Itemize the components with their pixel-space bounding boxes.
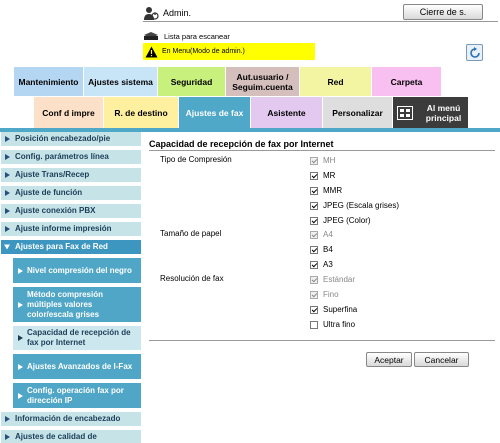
- tab-asistente[interactable]: Asistente: [251, 97, 323, 128]
- sidebar-subitem-nivel-compresion[interactable]: Nivel compresión del negro: [13, 258, 141, 285]
- sidebar-subitem-config-operacion[interactable]: Config. operación fax por dirección IP: [13, 383, 141, 410]
- admin-mode-label: En Menu(Modo de admin.): [162, 48, 245, 55]
- checkbox[interactable]: [310, 201, 318, 210]
- checkbox[interactable]: [310, 216, 318, 225]
- tab-menu-principal-label: Al menú principal: [425, 102, 462, 123]
- refresh-button[interactable]: [466, 44, 483, 61]
- checkbox[interactable]: [310, 305, 318, 314]
- sidebar-item-ajuste-informe[interactable]: Ajuste informe impresión: [1, 222, 141, 238]
- scan-queue-label: Lista para escanear: [164, 31, 230, 41]
- cancel-button[interactable]: Cancelar: [414, 352, 469, 367]
- option-mmr[interactable]: MMR: [310, 185, 342, 196]
- option-mr[interactable]: MR: [310, 170, 335, 181]
- home-menu-icon: [397, 105, 413, 120]
- option-estandar: Estándar: [310, 274, 355, 285]
- option-jpeg-gray[interactable]: JPEG (Escala grises): [310, 200, 399, 211]
- paper-size-label: Tamaño de papel: [160, 229, 222, 238]
- sidebar-subitem-capacidad-recepcion[interactable]: Capacidad de recepción de fax por Intern…: [13, 326, 141, 352]
- chevron-right-icon: [18, 363, 23, 370]
- sidebar-item-fax-de-red[interactable]: Ajustes para Fax de Red: [1, 240, 141, 256]
- tab-red[interactable]: Red: [300, 67, 372, 96]
- checkbox[interactable]: [310, 171, 318, 180]
- chevron-right-icon: [5, 154, 10, 160]
- compression-type-label: Tipo de Compresión: [160, 155, 232, 164]
- chevron-right-icon: [5, 172, 10, 178]
- tab-personalizar[interactable]: Personalizar: [323, 97, 393, 128]
- chevron-right-icon: [18, 301, 23, 308]
- chevron-right-icon: [5, 190, 10, 196]
- scan-queue-status: Lista para escanear: [143, 28, 230, 44]
- tab-menu-principal[interactable]: Al menú principal: [393, 97, 469, 128]
- checkbox[interactable]: [310, 320, 318, 329]
- tab-conf-impre[interactable]: Conf d impre: [34, 97, 104, 128]
- accept-button[interactable]: Aceptar: [366, 352, 412, 367]
- option-superfina[interactable]: Superfina: [310, 304, 357, 315]
- sidebar-item-ajuste-funcion[interactable]: Ajuste de función: [1, 186, 141, 202]
- tab-mantenimiento[interactable]: Mantenimiento: [14, 67, 84, 96]
- admin-mode-banner: En Menu(Modo de admin.): [143, 43, 315, 60]
- checkbox: [310, 156, 318, 165]
- sidebar: Posición encabezado/pie Config. parámetr…: [1, 132, 141, 443]
- content-divider: [149, 340, 495, 341]
- warning-icon: [145, 46, 158, 57]
- sidebar-item-ajuste-pbx[interactable]: Ajuste conexión PBX: [1, 204, 141, 220]
- tab-ajustes-fax[interactable]: Ajustes de fax: [179, 97, 251, 128]
- checkbox[interactable]: [310, 245, 318, 254]
- sidebar-subitem-metodo-compresion[interactable]: Método compresión múltiples valores colo…: [13, 287, 141, 324]
- tab-aut-usuario[interactable]: Aut.usuario / Seguim.cuenta: [226, 67, 300, 96]
- sidebar-item-posicion-encabezado[interactable]: Posición encabezado/pie: [1, 132, 141, 148]
- checkbox: [310, 275, 318, 284]
- tab-ajustes-sistema[interactable]: Ajustes sistema: [84, 67, 158, 96]
- scanner-icon: [144, 32, 158, 40]
- checkbox: [310, 290, 318, 299]
- checkbox[interactable]: [310, 186, 318, 195]
- refresh-icon: [469, 46, 480, 58]
- tab-seguridad[interactable]: Seguridad: [158, 67, 226, 96]
- chevron-right-icon: [18, 392, 23, 399]
- sidebar-subitem-ajustes-avanzados[interactable]: Ajustes Avanzados de I-Fax: [13, 354, 141, 381]
- chevron-right-icon: [18, 335, 23, 341]
- chevron-right-icon: [5, 208, 10, 214]
- tab-r-destino[interactable]: R. de destino: [104, 97, 179, 128]
- sidebar-item-config-parametros[interactable]: Config. parámetros línea: [1, 150, 141, 166]
- title-divider: [149, 150, 495, 151]
- admin-user-icon: [144, 6, 159, 20]
- sidebar-item-ajustes-calidad[interactable]: Ajustes de calidad de: [1, 430, 141, 443]
- page-title: Capacidad de recepción de fax por Intern…: [149, 139, 334, 149]
- sidebar-item-ajuste-trans[interactable]: Ajuste Trans/Recep: [1, 168, 141, 184]
- chevron-right-icon: [5, 136, 10, 142]
- admin-bar: Admin. Cierre de s.: [143, 3, 498, 22]
- option-jpeg-color[interactable]: JPEG (Color): [310, 215, 371, 226]
- option-a3[interactable]: A3: [310, 259, 333, 270]
- chevron-right-icon: [5, 226, 10, 232]
- fax-resolution-label: Resolución de fax: [160, 274, 224, 283]
- tab-carpeta[interactable]: Carpeta: [372, 67, 442, 96]
- admin-label: Admin.: [163, 7, 192, 18]
- checkbox[interactable]: [310, 260, 318, 269]
- sidebar-item-info-encabezado[interactable]: Información de encabezado: [1, 412, 141, 428]
- chevron-down-icon: [4, 244, 10, 250]
- logout-button[interactable]: Cierre de s.: [403, 4, 483, 20]
- header-divider: [143, 21, 498, 22]
- chevron-right-icon: [5, 434, 10, 440]
- option-b4[interactable]: B4: [310, 244, 333, 255]
- chevron-right-icon: [5, 416, 10, 422]
- chevron-right-icon: [18, 267, 23, 274]
- checkbox: [310, 230, 318, 239]
- option-ultra-fino[interactable]: Ultra fino: [310, 319, 355, 330]
- option-fino: Fino: [310, 289, 339, 300]
- option-a4: A4: [310, 229, 333, 240]
- option-mh: MH: [310, 155, 335, 166]
